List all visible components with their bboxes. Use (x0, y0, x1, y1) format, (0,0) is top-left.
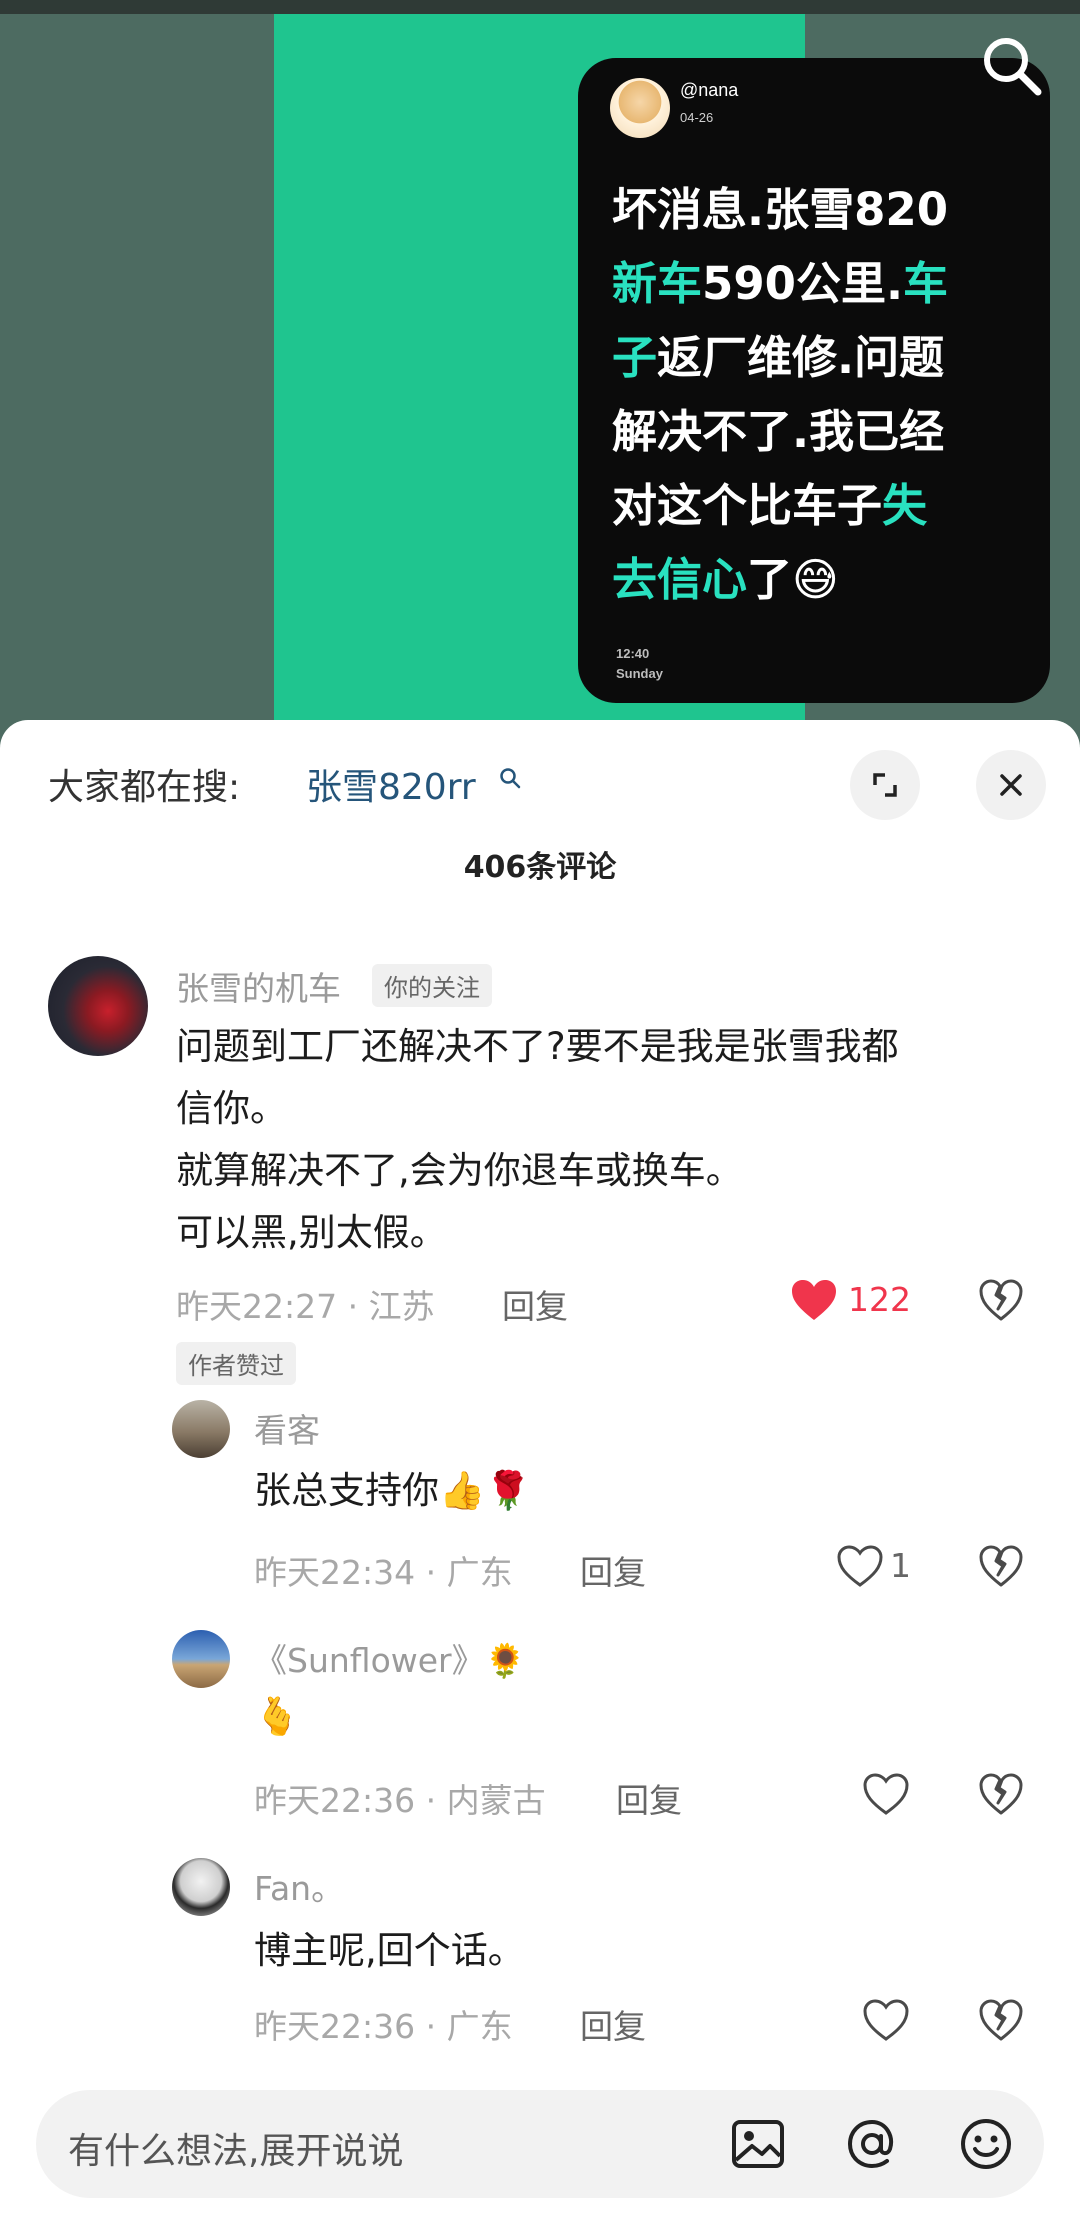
status-bar-shade (0, 0, 1080, 14)
comment-username[interactable]: 《Sunflower》🌻 (254, 1634, 526, 1682)
video-player[interactable]: @nana 04-26 坏消息.张雪820 新车590公里.车 子返厂维修.问题 解决… (0, 0, 1080, 760)
card-headline-line: 对这个比车子失 (612, 469, 1032, 543)
card-time: 12:40 (616, 646, 650, 661)
dislike-broken-heart-icon[interactable] (978, 1998, 1024, 2046)
like-heart-icon[interactable] (836, 1544, 884, 1592)
card-highlight-text: 新车 (612, 257, 703, 310)
expand-icon (873, 773, 897, 797)
reply-button[interactable]: 回复 (616, 1774, 682, 1822)
comment-text-line-2: 信你。 (176, 1087, 287, 1130)
card-headline: 坏消息.张雪820 新车590公里.车 子返厂维修.问题 解决不了.我已经 对这个比车子… (612, 173, 1032, 617)
comment-input-placeholder: 有什么想法,展开说说 (68, 2131, 404, 2172)
card-headline-line: 坏消息.张雪820 (612, 173, 1032, 247)
card-username: @nana (680, 80, 739, 100)
comment-meta: 昨天22:36 · 内蒙古 (254, 1781, 546, 1820)
close-button[interactable] (976, 750, 1046, 820)
reply-button[interactable]: 回复 (580, 2000, 646, 2048)
comment-username[interactable]: Fan。 (254, 1862, 344, 1910)
card-highlight-text: 去信心 (612, 553, 748, 606)
search-icon[interactable] (978, 32, 1046, 100)
dislike-broken-heart-icon[interactable] (978, 1544, 1024, 1592)
reply-button[interactable]: 回复 (580, 1546, 646, 1594)
expand-button[interactable] (850, 750, 920, 820)
author-liked-tag: 作者赞过 (176, 1342, 296, 1385)
card-headline-line: 去信心了😅 (612, 543, 1032, 617)
card-avatar (610, 78, 670, 138)
comment-text-line-3: 就算解决不了,会为你退车或换车。 (176, 1149, 743, 1192)
card-text-segment: 了😅 (747, 553, 839, 606)
image-icon[interactable] (728, 2114, 788, 2174)
close-icon (1000, 774, 1022, 796)
comment-meta: 昨天22:34 · 广东 (254, 1553, 513, 1592)
card-headline-line: 解决不了.我已经 (612, 395, 1032, 469)
like-heart-icon[interactable] (862, 1772, 910, 1820)
comment-text: 张总支持你👍🌹 (254, 1469, 532, 1512)
card-headline-line: 子返厂维修.问题 (612, 321, 1032, 395)
comment-username[interactable]: 张雪的机车 (176, 962, 341, 1010)
following-tag: 你的关注 (372, 964, 492, 1007)
comment-text-line-4: 可以黑,别太假。 (176, 1211, 447, 1254)
like-count: 122 (848, 1280, 911, 1319)
comment-meta: 昨天22:27 · 江苏 (176, 1287, 435, 1326)
post-card: @nana 04-26 坏消息.张雪820 新车590公里.车 子返厂维修.问题 解决… (578, 58, 1050, 703)
card-highlight-text: 失 (882, 479, 928, 532)
like-count: 1 (890, 1546, 911, 1585)
avatar[interactable] (172, 1858, 230, 1916)
comment-text: 博主呢,回个话。 (254, 1929, 525, 1972)
card-date: 04-26 (680, 110, 714, 125)
trending-search-label: 大家都在搜: (48, 767, 241, 808)
comment-sheet: 大家都在搜: 张雪820rr 406条评论 张雪的机车 你的关注 问题到工厂还解… (0, 720, 1080, 2223)
card-text-segment: 解决不了.我已经 (612, 405, 945, 458)
card-highlight-text: 子 (612, 331, 658, 384)
avatar[interactable] (172, 1630, 230, 1688)
comment-text: 🫰 (254, 1695, 301, 1738)
emoji-icon[interactable] (956, 2114, 1016, 2174)
card-text-segment: 返厂维修.问题 (657, 331, 945, 384)
search-small-icon (498, 766, 522, 790)
comment-text-line-1: 问题到工厂还解决不了?要不是我是张雪我都 (176, 1025, 899, 1068)
card-day: Sunday (616, 666, 663, 681)
dislike-broken-heart-icon[interactable] (978, 1278, 1024, 1326)
card-text-segment: 对这个比车子 (612, 479, 883, 532)
comment-meta: 昨天22:36 · 广东 (254, 2007, 513, 2046)
comment-username[interactable]: 看客 (254, 1404, 320, 1452)
comment-count: 406条评论 (463, 850, 617, 885)
card-highlight-text: 车 (903, 257, 949, 310)
card-text-segment: 590公里. (702, 257, 904, 310)
like-heart-filled-icon[interactable] (790, 1278, 838, 1326)
dislike-broken-heart-icon[interactable] (978, 1772, 1024, 1820)
mention-icon[interactable] (842, 2114, 902, 2174)
avatar[interactable] (172, 1400, 230, 1458)
card-headline-line: 新车590公里.车 (612, 247, 1032, 321)
card-text-segment: 坏消息.张雪820 (612, 183, 949, 236)
like-heart-icon[interactable] (862, 1998, 910, 2046)
trending-search-link[interactable]: 张雪820rr (306, 758, 476, 810)
video-frame: @nana 04-26 坏消息.张雪820 新车590公里.车 子返厂维修.问题 解决… (274, 14, 1050, 760)
comment-input[interactable]: 有什么想法,展开说说 (36, 2090, 1044, 2198)
avatar[interactable] (48, 956, 148, 1056)
reply-button[interactable]: 回复 (502, 1280, 568, 1328)
